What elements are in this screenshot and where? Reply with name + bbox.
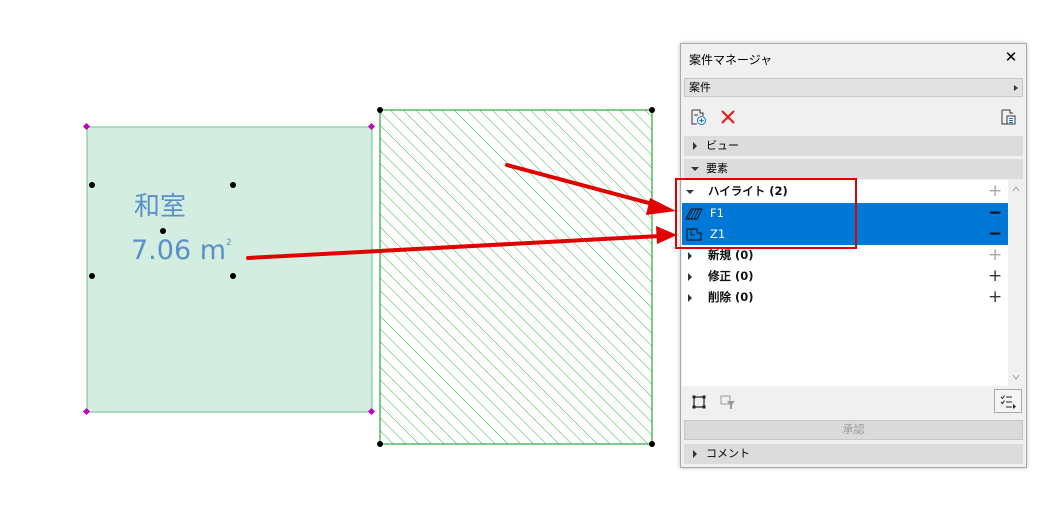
add-to-deleted-button[interactable]: +	[988, 287, 1002, 308]
add-to-highlight-button[interactable]: +	[988, 181, 1002, 202]
add-to-modified-button[interactable]: +	[988, 266, 1002, 287]
issue-dropdown[interactable]: 案件	[684, 78, 1023, 97]
expand-arrow-icon	[693, 450, 697, 458]
comment-section-header[interactable]: コメント	[684, 444, 1023, 464]
modified-group-label: 修正 (0)	[708, 269, 754, 283]
collapse-arrow-icon	[691, 167, 699, 171]
annotation-highlight-box	[675, 178, 857, 249]
list-view-icon	[1000, 395, 1016, 409]
list-scrollbar[interactable]	[1009, 180, 1023, 386]
issue-manager-panel: 案件マネージャ ✕ 案件 ビュー 要素 ハイライト (2) + F1 − Z1 …	[680, 43, 1027, 468]
expand-arrow-icon	[688, 294, 692, 302]
comment-section-label: コメント	[706, 447, 750, 460]
elements-section-label: 要素	[706, 162, 728, 175]
room-area-value: 7.06 m	[131, 235, 227, 266]
expand-arrow-icon	[688, 252, 692, 260]
room-area-label: 7.06 m2	[131, 235, 232, 266]
close-button[interactable]: ✕	[1003, 49, 1019, 65]
zone-room-shape[interactable]	[86, 126, 373, 413]
expand-arrow-icon	[688, 273, 692, 281]
remove-element-button[interactable]: −	[988, 224, 1002, 245]
issue-dropdown-value: 案件	[689, 81, 711, 94]
select-rectangle-icon[interactable]	[691, 394, 707, 410]
dropdown-arrow-icon	[1014, 85, 1018, 91]
scroll-up-icon[interactable]	[1012, 185, 1020, 193]
list-view-button[interactable]	[994, 389, 1022, 413]
filter-icon[interactable]	[719, 393, 737, 411]
scroll-down-icon[interactable]	[1012, 373, 1020, 381]
add-to-new-button[interactable]: +	[988, 245, 1002, 266]
slab-shape[interactable]	[379, 109, 653, 445]
issue-list-icon[interactable]	[999, 108, 1017, 126]
view-section-label: ビュー	[706, 139, 739, 152]
new-issue-icon[interactable]	[689, 108, 707, 126]
room-area-unit: 2	[226, 238, 232, 248]
modified-group-row[interactable]: 修正 (0) +	[682, 266, 1008, 287]
panel-title: 案件マネージャ	[689, 53, 773, 67]
deleted-group-row[interactable]: 削除 (0) +	[682, 287, 1008, 308]
remove-element-button[interactable]: −	[988, 203, 1002, 224]
elements-section-header[interactable]: 要素	[684, 159, 1023, 179]
deleted-group-label: 削除 (0)	[708, 290, 754, 304]
room-name-label: 和室	[134, 192, 187, 222]
red-x-delete-icon[interactable]	[719, 108, 737, 126]
view-section-header[interactable]: ビュー	[684, 136, 1023, 156]
approve-button[interactable]: 承認	[684, 420, 1023, 440]
expand-arrow-icon	[693, 142, 697, 150]
